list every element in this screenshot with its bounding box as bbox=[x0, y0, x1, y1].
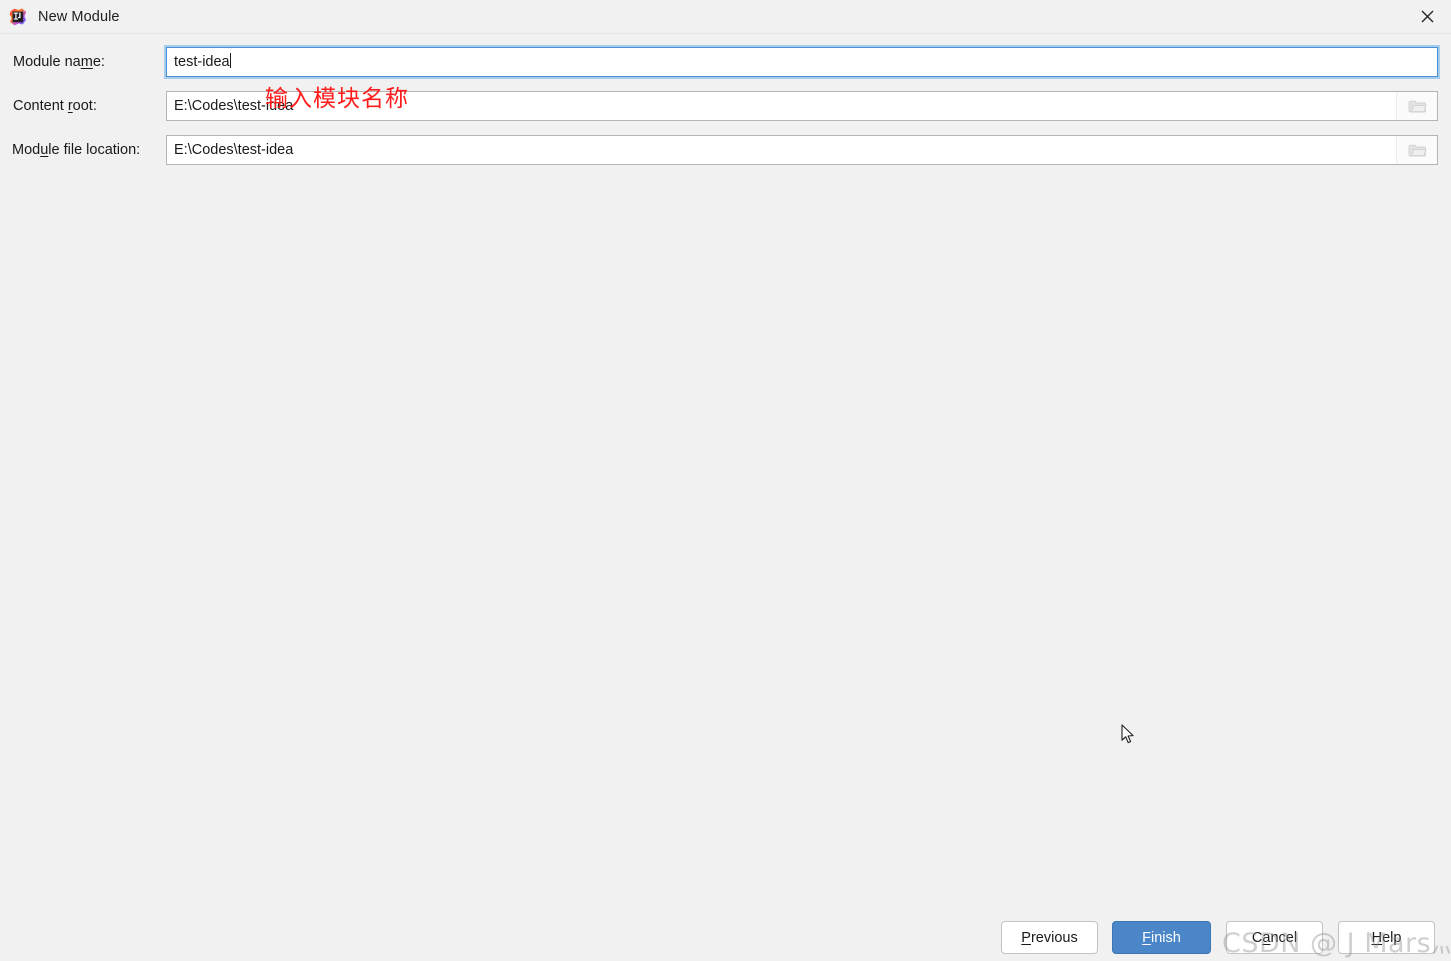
module-file-location-value: E:\Codes\test-idea bbox=[174, 142, 294, 158]
previous-button[interactable]: Previous bbox=[1001, 921, 1098, 954]
finish-button[interactable]: Finish bbox=[1112, 921, 1211, 954]
window-title: New Module bbox=[38, 8, 120, 25]
module-name-input[interactable]: test-idea bbox=[166, 47, 1438, 77]
close-icon[interactable] bbox=[1403, 0, 1451, 33]
module-name-label: Module name: bbox=[13, 54, 105, 70]
help-button[interactable]: Help bbox=[1338, 921, 1435, 954]
mouse-cursor bbox=[1121, 724, 1137, 751]
dialog-button-bar: Previous Finish Ca ncel Help bbox=[0, 918, 1451, 961]
folder-icon[interactable] bbox=[1396, 92, 1437, 120]
cancel-button[interactable]: Ca ncel bbox=[1226, 921, 1323, 954]
intellij-idea-icon bbox=[9, 7, 27, 26]
window-titlebar: New Module bbox=[0, 0, 1451, 34]
content-root-value: E:\Codes\test-idea bbox=[174, 98, 294, 114]
folder-icon[interactable] bbox=[1396, 136, 1437, 164]
module-file-location-label: Module file location: bbox=[12, 142, 141, 158]
module-file-location-input[interactable]: E:\Codes\test-idea bbox=[166, 135, 1438, 165]
text-caret bbox=[229, 53, 231, 68]
module-name-value: test-idea bbox=[174, 53, 231, 70]
content-root-label: Content root: bbox=[13, 98, 97, 114]
content-root-input[interactable]: E:\Codes\test-idea bbox=[166, 91, 1438, 121]
